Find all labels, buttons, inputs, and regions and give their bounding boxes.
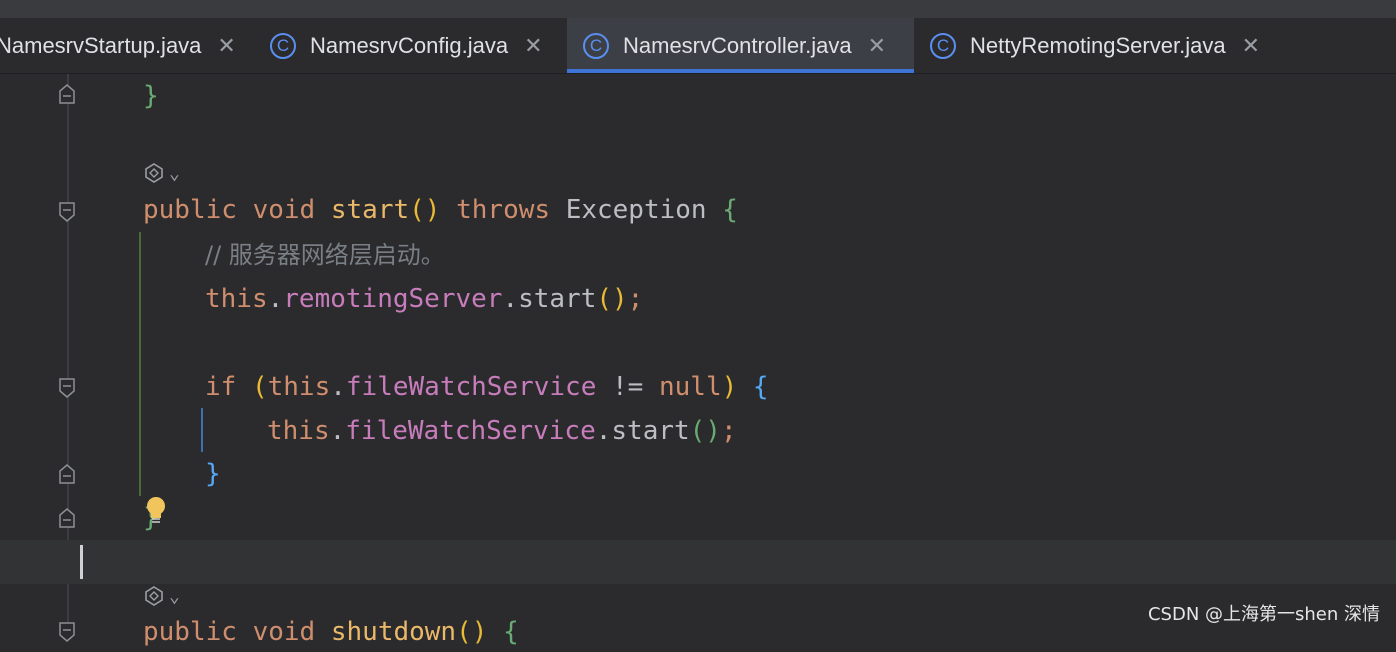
fold-end-icon[interactable]: [59, 508, 75, 528]
if-scope-indicator: [201, 408, 203, 452]
fold-end-icon[interactable]: [59, 84, 75, 104]
tab-label: NamesrvConfig.java: [310, 32, 509, 58]
tab-namesrv-config[interactable]: C NamesrvConfig.java ✕: [270, 18, 566, 73]
chevron-down-icon: ⌄: [169, 585, 180, 607]
fold-start-icon[interactable]: [59, 378, 75, 398]
tab-netty-remoting-server[interactable]: C NettyRemotingServer.java ✕: [930, 18, 1290, 73]
code-line: this.remotingServer.start();: [205, 284, 644, 314]
close-icon[interactable]: ✕: [868, 33, 886, 59]
code-vision-hint[interactable]: ⌄: [143, 162, 180, 184]
class-icon: C: [583, 32, 609, 59]
code-line: }: [143, 81, 159, 111]
code-editor[interactable]: } ⌄ public void start() throws Exception…: [0, 74, 1396, 647]
fold-end-icon[interactable]: [59, 464, 75, 484]
class-icon: C: [930, 32, 956, 59]
ai-assist-icon: [145, 586, 163, 606]
close-icon[interactable]: ✕: [1242, 33, 1260, 59]
code-line: // 服务器网络层启动。: [205, 241, 445, 269]
text-caret: [80, 545, 83, 579]
fold-start-icon[interactable]: [59, 202, 75, 222]
code-vision-hint[interactable]: ⌄: [143, 585, 180, 607]
tab-label: NamesrvStartup.java: [0, 32, 202, 58]
code-line: public void shutdown() {: [143, 617, 519, 647]
editor-tab-bar: NamesrvStartup.java ✕ C NamesrvConfig.ja…: [0, 18, 1396, 74]
active-tab-indicator: [567, 69, 914, 73]
code-line: if (this.fileWatchService != null) {: [205, 372, 769, 402]
code-line: }: [205, 459, 221, 489]
window-top-strip: [0, 0, 1396, 18]
fold-start-icon[interactable]: [59, 622, 75, 642]
close-icon[interactable]: ✕: [524, 33, 542, 59]
code-line: this.fileWatchService.start();: [267, 416, 737, 446]
current-line-highlight: [0, 540, 1396, 584]
tab-label: NamesrvController.java: [623, 32, 852, 58]
tab-label: NettyRemotingServer.java: [970, 32, 1226, 58]
lightbulb-icon[interactable]: [144, 496, 168, 526]
class-icon: C: [270, 32, 296, 59]
tab-namesrv-controller[interactable]: C NamesrvController.java ✕: [567, 18, 914, 73]
tab-namesrv-startup[interactable]: NamesrvStartup.java ✕: [0, 18, 262, 73]
code-line: public void start() throws Exception {: [143, 195, 738, 225]
method-scope-indicator: [139, 232, 141, 496]
ai-assist-icon: [145, 163, 163, 183]
close-icon[interactable]: ✕: [217, 33, 235, 59]
chevron-down-icon: ⌄: [169, 162, 180, 184]
watermark-text: CSDN @上海第一shen 深情: [1147, 604, 1380, 625]
